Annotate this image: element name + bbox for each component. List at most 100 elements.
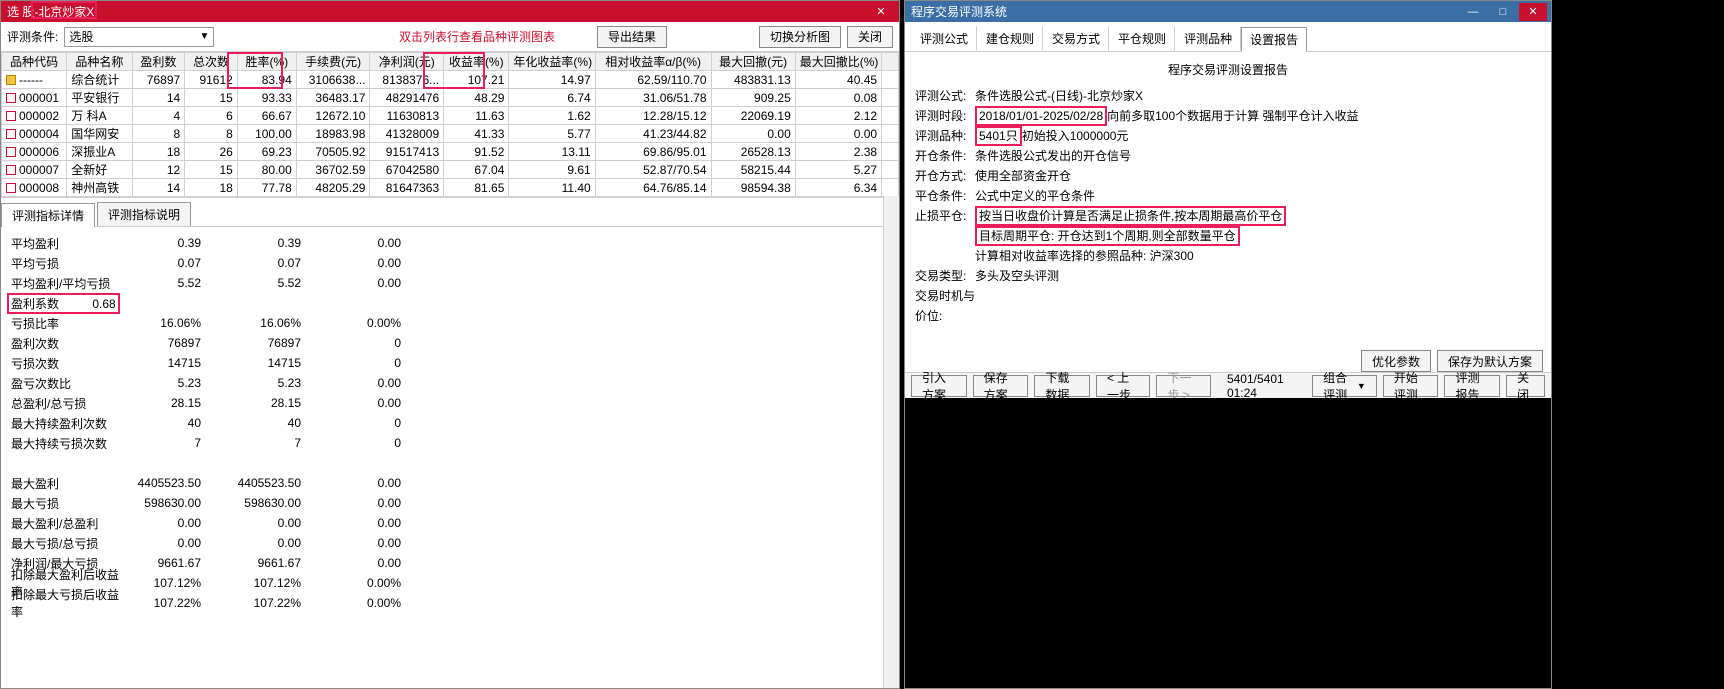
metric-row: 最大盈利4405523.504405523.500.00 [11, 473, 889, 493]
result-table: 品种代码品种名称盈利数总次数胜率(%)手续费(元)净利润(元)收益率(%)年化收… [1, 52, 899, 197]
metric-row [11, 453, 889, 473]
report-line: 评测品种:5401只初始投入1000000元 [915, 126, 1541, 146]
report-line: 评测时段:2018/01/01-2025/02/28向前多取100个数据用于计算… [915, 106, 1541, 126]
report-line: 平仓条件:公式中定义的平仓条件 [915, 186, 1541, 206]
status-bar: 引入方案 保存方案 下载数据 < 上一步 下一步 > 5401/5401 01:… [905, 372, 1551, 398]
report-line: 开仓条件:条件选股公式发出的开仓信号 [915, 146, 1541, 166]
col-header[interactable]: 最大回撤(元) [711, 53, 795, 71]
col-header[interactable]: 相对收益率α/β(%) [595, 53, 711, 71]
progress-text: 5401/5401 01:24 [1217, 372, 1300, 400]
chevron-down-icon: ▼ [1357, 381, 1366, 391]
col-header[interactable]: 收益率(%) [444, 53, 509, 71]
table-row[interactable]: 000001平安银行141593.3336483.174829147648.29… [2, 89, 899, 107]
table-row[interactable]: 000008神州高铁141877.7848205.298164736381.65… [2, 179, 899, 197]
left-toolbar: 评测条件: 选股 ▼ 双击列表行查看品种评测图表 导出结果 切换分析图 关闭 [1, 22, 899, 52]
table-row[interactable]: 000007全新好121580.0036702.596704258067.049… [2, 161, 899, 179]
right-black-area [905, 398, 1551, 688]
metric-row: 平均盈利0.390.390.00 [11, 233, 889, 253]
hint-text: 双击列表行查看品种评测图表 [399, 28, 555, 45]
row-icon [6, 129, 16, 139]
close-right-button[interactable]: 关闭 [1506, 375, 1545, 397]
col-header[interactable]: 品种代码 [2, 53, 67, 71]
close-button[interactable]: 关闭 [847, 26, 893, 48]
next-button[interactable]: 下一步 > [1156, 375, 1210, 397]
save-plan-button[interactable]: 保存方案 [973, 375, 1029, 397]
table-row[interactable]: 000004国华网安88100.0018983.984132800941.335… [2, 125, 899, 143]
report-line: 评测公式:条件选股公式-(日线)-北京炒家X [915, 86, 1541, 106]
metric-row: 盈亏次数比5.235.230.00 [11, 373, 889, 393]
combo-eval-button[interactable]: 组合评测▼ [1312, 375, 1377, 397]
right-tab[interactable]: 建仓规则 [977, 26, 1043, 51]
col-header[interactable]: 最大回撤比(%) [795, 53, 881, 71]
condition-combo[interactable]: 选股 ▼ [64, 27, 214, 47]
maximize-icon[interactable]: □ [1489, 3, 1517, 21]
right-title: 程序交易评测系统 [911, 3, 1007, 20]
right-tab[interactable]: 交易方式 [1043, 26, 1109, 51]
metric-row: 平均盈利/平均亏损5.525.520.00 [11, 273, 889, 293]
right-tab[interactable]: 设置报告 [1241, 27, 1307, 52]
prev-button[interactable]: < 上一步 [1096, 375, 1150, 397]
right-tab[interactable]: 平仓规则 [1109, 26, 1175, 51]
result-table-wrap: 品种代码品种名称盈利数总次数胜率(%)手续费(元)净利润(元)收益率(%)年化收… [1, 52, 899, 198]
report-footer: 优化参数 保存为默认方案 [1361, 350, 1543, 372]
import-button[interactable]: 引入方案 [911, 375, 967, 397]
eval-report-button[interactable]: 评测报告 [1444, 375, 1500, 397]
switch-chart-button[interactable]: 切换分析图 [759, 26, 841, 48]
row-icon [6, 147, 16, 157]
col-header[interactable]: 胜率(%) [237, 53, 296, 71]
report-line: 计算相对收益率选择的参照品种: 沪深300 [915, 246, 1541, 266]
chevron-down-icon: ▼ [199, 31, 209, 42]
right-tab[interactable]: 评测公式 [911, 26, 977, 51]
right-pane: 程序交易评测系统 — □ ✕ 评测公式建仓规则交易方式平仓规则评测品种设置报告 … [904, 0, 1552, 689]
left-title: 选 股-北京炒家X [7, 3, 94, 20]
col-header[interactable]: 品种名称 [67, 53, 132, 71]
condition-label: 评测条件: [7, 28, 58, 45]
col-header[interactable]: 盈利数 [132, 53, 185, 71]
table-row[interactable]: 000006深振业A182669.2370505.929151741391.52… [2, 143, 899, 161]
report-line: 交易类型:多头及空头评测 [915, 266, 1541, 286]
download-button[interactable]: 下载数据 [1034, 375, 1090, 397]
row-icon [6, 75, 16, 85]
metric-row: 扣除最大盈利后收益率107.12%107.12%0.00% [11, 573, 889, 593]
tab-metric-desc[interactable]: 评测指标说明 [97, 202, 191, 226]
table-row[interactable]: 000002万 科A4666.6712672.101163081311.631.… [2, 107, 899, 125]
close-icon[interactable]: ✕ [1519, 3, 1547, 21]
metric-row: 扣除最大亏损后收益率107.22%107.22%0.00% [11, 593, 889, 613]
metric-row: 净利润/最大亏损9661.679661.670.00 [11, 553, 889, 573]
minimize-icon[interactable]: — [1459, 3, 1487, 21]
start-eval-button[interactable]: 开始评测 [1383, 375, 1439, 397]
metric-row: 盈利系数 0.68 [11, 293, 889, 313]
left-close-icon[interactable]: ✕ [867, 3, 895, 21]
report-line: 开仓方式:使用全部资金开仓 [915, 166, 1541, 186]
metric-row: 最大持续盈利次数40400 [11, 413, 889, 433]
table-row[interactable]: ------综合统计768979161283.943106638...81383… [2, 71, 899, 89]
report-line: 目标周期平仓: 开仓达到1个周期,则全部数量平仓 [915, 226, 1541, 246]
row-icon [6, 111, 16, 121]
condition-value: 选股 [69, 28, 93, 45]
row-icon [6, 183, 16, 193]
col-header[interactable]: 总次数 [185, 53, 238, 71]
metric-row: 最大亏损598630.00598630.000.00 [11, 493, 889, 513]
tab-metric-detail[interactable]: 评测指标详情 [1, 203, 95, 227]
metric-row: 最大盈利/总盈利0.000.000.00 [11, 513, 889, 533]
metric-tabs: 评测指标详情 评测指标说明 [1, 202, 899, 227]
metric-row: 最大持续亏损次数770 [11, 433, 889, 453]
report-line: 止损平仓:按当日收盘价计算是否满足止损条件,按本周期最高价平仓 [915, 206, 1541, 226]
row-icon [6, 165, 16, 175]
metric-row: 盈利次数76897768970 [11, 333, 889, 353]
col-header[interactable]: 净利润(元) [370, 53, 444, 71]
metric-row: 最大亏损/总亏损0.000.000.00 [11, 533, 889, 553]
col-header[interactable]: 手续费(元) [296, 53, 370, 71]
left-scrollbar[interactable] [883, 196, 899, 688]
right-titlebar: 程序交易评测系统 — □ ✕ [905, 1, 1551, 22]
metric-row: 亏损比率16.06%16.06%0.00% [11, 313, 889, 333]
metric-row: 亏损次数14715147150 [11, 353, 889, 373]
right-tab[interactable]: 评测品种 [1175, 26, 1241, 51]
col-header[interactable]: 年化收益率(%) [509, 53, 595, 71]
export-button[interactable]: 导出结果 [597, 26, 667, 48]
metric-row: 平均亏损0.070.070.00 [11, 253, 889, 273]
row-icon [6, 93, 16, 103]
report-panel: 程序交易评测设置报告 评测公式:条件选股公式-(日线)-北京炒家X评测时段:20… [905, 52, 1551, 372]
metric-row: 总盈利/总亏损28.1528.150.00 [11, 393, 889, 413]
metrics-panel: 平均盈利0.390.390.00平均亏损0.070.070.00平均盈利/平均亏… [1, 227, 899, 619]
